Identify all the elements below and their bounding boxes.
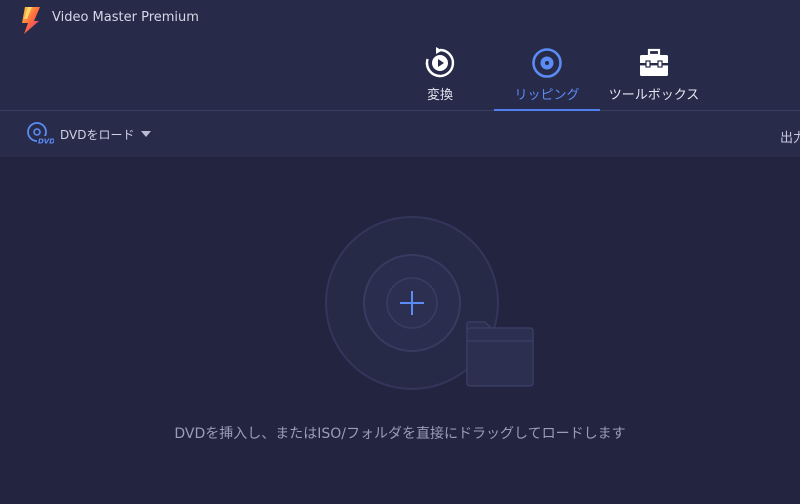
- header: Video Master Premium 変換 リッピング ツールボックス: [0, 0, 800, 111]
- ripper-disc-icon: [532, 48, 562, 78]
- app-title: Video Master Premium: [52, 10, 199, 25]
- tab-convert[interactable]: 変換: [388, 44, 492, 110]
- disc-folder-add-icon[interactable]: [320, 213, 540, 391]
- app-window: Video Master Premium 変換 リッピング ツールボックス DV…: [0, 0, 800, 504]
- tab-toolbox-label: ツールボックス: [608, 88, 700, 103]
- toolbar: DVD DVDをロード 出力: [0, 111, 800, 157]
- svg-text:DVD: DVD: [38, 138, 54, 146]
- tab-convert-label: 変換: [426, 88, 453, 103]
- drop-area[interactable]: DVDを挿入し、またはISO/フォルダを直接にドラッグしてロードします: [0, 157, 800, 504]
- app-logo-icon: [22, 7, 40, 34]
- tab-ripper-label: リッピング: [514, 88, 580, 103]
- load-dvd-button[interactable]: DVD DVDをロード: [26, 122, 152, 146]
- convert-icon: [425, 47, 455, 78]
- load-dvd-label: DVDをロード: [60, 127, 135, 142]
- output-label[interactable]: 出力: [780, 127, 800, 146]
- toolbox-icon: [640, 48, 668, 76]
- drop-hint-text: DVDを挿入し、またはISO/フォルダを直接にドラッグしてロードします: [174, 426, 626, 442]
- chevron-down-icon[interactable]: [141, 131, 152, 137]
- dvd-icon: DVD: [27, 122, 54, 146]
- tab-ripper[interactable]: リッピング: [494, 44, 600, 111]
- tab-toolbox[interactable]: ツールボックス: [602, 44, 706, 110]
